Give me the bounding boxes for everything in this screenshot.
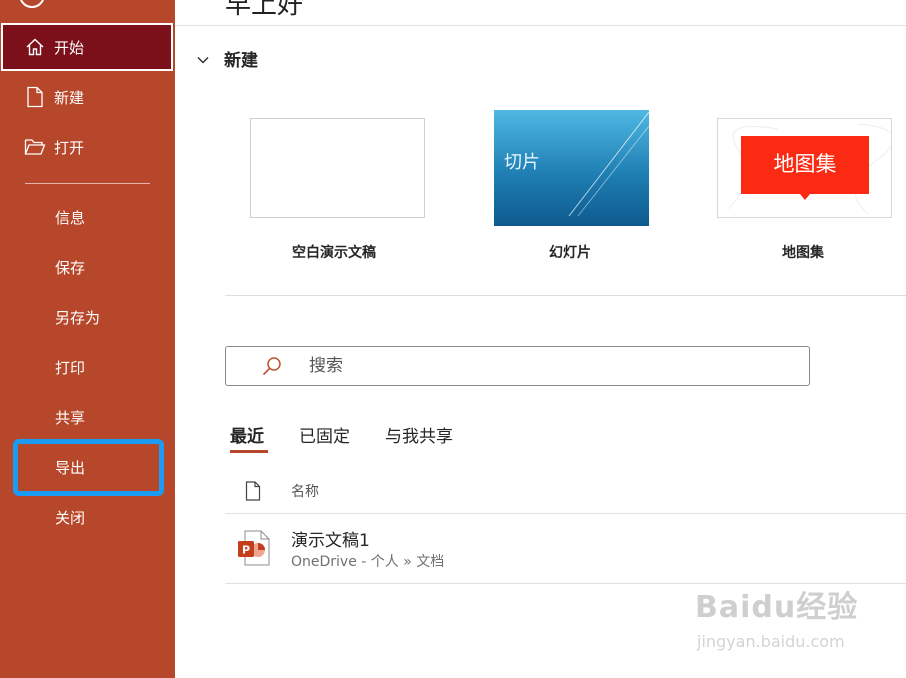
sidebar-item-open[interactable]: 打开: [0, 123, 175, 171]
sidebar-item-close[interactable]: 关闭: [0, 493, 175, 541]
chevron-down-icon: [196, 52, 210, 66]
sidebar-item-label: 打开: [54, 138, 85, 157]
template-slide-thumbnail[interactable]: 切片: [494, 110, 649, 226]
sidebar-item-label: 新建: [54, 88, 85, 107]
new-section-label: 新建: [224, 51, 258, 71]
tab-shared-with-me[interactable]: 与我共享: [385, 422, 453, 447]
back-button[interactable]: [19, 0, 45, 8]
template-slide-label[interactable]: 幻灯片: [549, 242, 591, 262]
template-slide-thumb-text: 切片: [504, 152, 540, 173]
new-section-header[interactable]: 新建: [196, 46, 258, 71]
sidebar-item-label: 保存: [55, 258, 86, 277]
atlas-pointer: [800, 194, 810, 200]
sidebar-item-share[interactable]: 共享: [0, 393, 175, 441]
atlas-banner: 地图集: [741, 136, 869, 194]
template-blank-thumbnail[interactable]: [250, 118, 425, 218]
sidebar-item-label: 打印: [55, 358, 86, 377]
search-icon: [261, 355, 283, 377]
template-atlas-thumbnail[interactable]: 地图集: [717, 118, 892, 218]
home-icon: [24, 36, 46, 58]
sidebar-item-info[interactable]: 信息: [0, 193, 175, 241]
column-header-name[interactable]: 名称: [291, 481, 319, 501]
section-divider: [225, 295, 906, 296]
sidebar-item-save[interactable]: 保存: [0, 243, 175, 291]
sidebar-item-new[interactable]: 新建: [0, 73, 175, 121]
tab-recent[interactable]: 最近: [230, 422, 264, 447]
watermark-logo-text: Baidu经验: [695, 590, 859, 625]
folder-open-icon: [24, 136, 46, 158]
search-input[interactable]: [307, 355, 711, 377]
search-box[interactable]: [225, 346, 810, 386]
svg-text:P: P: [242, 544, 250, 557]
new-file-icon: [24, 86, 46, 108]
powerpoint-file-icon: P: [237, 530, 271, 566]
sidebar-item-save-as[interactable]: 另存为: [0, 293, 175, 341]
template-blank-label[interactable]: 空白演示文稿: [292, 242, 376, 262]
file-path: OneDrive - 个人 » 文档: [291, 554, 445, 570]
template-atlas-thumb-text: 地图集: [773, 152, 837, 176]
sidebar-item-home[interactable]: 开始: [1, 23, 173, 71]
sidebar-item-label: 信息: [55, 208, 86, 227]
tab-recent-underline: [230, 450, 268, 453]
export-highlight-box: [13, 439, 164, 496]
sidebar-item-label: 另存为: [55, 308, 101, 327]
file-list-header: 名称: [245, 481, 319, 501]
sidebar-divider: [25, 183, 150, 184]
backstage-sidebar: 开始 新建 打开 信息 保存 另存为 打印 共享 导出 关闭: [0, 0, 175, 678]
baidu-watermark: Baidu经验 jingyan.baidu.com: [695, 582, 865, 658]
sidebar-item-label: 关闭: [55, 508, 86, 527]
file-type-icon: [245, 481, 261, 501]
tab-pinned[interactable]: 已固定: [299, 422, 350, 447]
sidebar-item-label: 共享: [55, 408, 86, 427]
file-name: 演示文稿1: [291, 531, 370, 551]
page-title: 早上好: [225, 0, 304, 20]
header-divider: [175, 25, 906, 26]
template-atlas-label[interactable]: 地图集: [782, 242, 824, 262]
sidebar-item-label: 开始: [54, 38, 85, 57]
sidebar-item-print[interactable]: 打印: [0, 343, 175, 391]
file-list-item[interactable]: P 演示文稿1 OneDrive - 个人 » 文档: [225, 514, 906, 583]
watermark-url: jingyan.baidu.com: [697, 632, 845, 651]
